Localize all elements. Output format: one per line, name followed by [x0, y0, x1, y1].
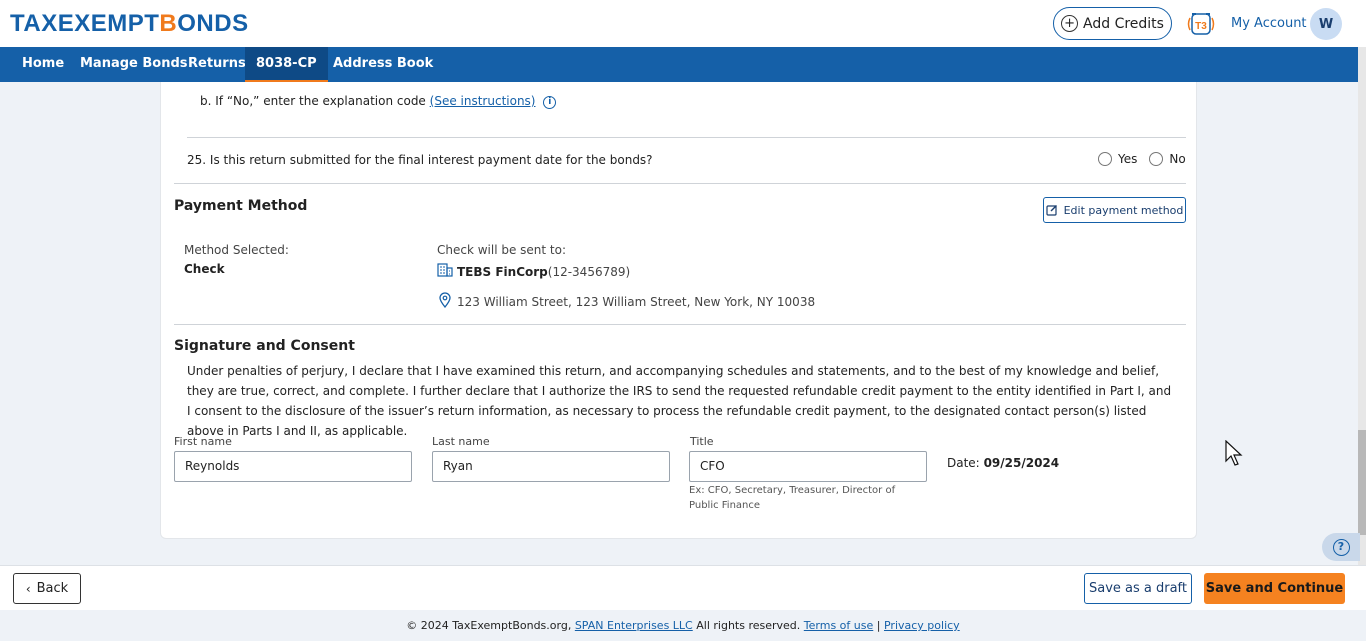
tebs-badge-icon[interactable]: T3 [1186, 10, 1216, 38]
save-continue-button[interactable]: Save and Continue [1204, 573, 1345, 604]
nav-address-book[interactable]: Address Book [322, 47, 444, 82]
help-button[interactable]: ? [1322, 533, 1360, 561]
payee-company: TEBS FinCorp [457, 265, 548, 279]
title-input[interactable]: CFO [689, 451, 927, 482]
logo-text-part3: ONDS [177, 10, 249, 37]
back-button[interactable]: ‹ Back [13, 573, 81, 604]
form-card: b. If “No,” enter the explanation code (… [160, 82, 1197, 539]
signature-date: Date: 09/25/2024 [947, 456, 1059, 470]
divider [187, 137, 1186, 138]
footer-rights: All rights reserved. [696, 619, 801, 632]
page-scrollbar-thumb[interactable] [1358, 430, 1366, 535]
footer-company-link[interactable]: SPAN Enterprises LLC [575, 619, 693, 632]
divider [174, 183, 1186, 184]
my-account-link[interactable]: My Account [1231, 16, 1307, 31]
title-hint: Ex: CFO, Secretary, Treasurer, Director … [689, 485, 896, 511]
footer-separator: | [876, 619, 881, 632]
brand-logo[interactable]: TAXEXEMPTBONDS [10, 10, 249, 38]
first-name-input[interactable]: Reynolds [174, 451, 412, 482]
question-circle-icon: ? [1332, 538, 1350, 556]
divider [174, 324, 1186, 325]
radio-yes[interactable] [1098, 152, 1112, 166]
radio-yes-label: Yes [1118, 152, 1138, 166]
method-selected-label: Method Selected: [184, 243, 289, 257]
last-name-label: Last name [432, 435, 490, 448]
edit-icon [1046, 205, 1057, 216]
back-label: Back [36, 581, 69, 596]
last-name-input[interactable]: Ryan [432, 451, 670, 482]
chevron-left-icon: ‹ [25, 581, 31, 596]
payee-row: TEBS FinCorp(12-3456789) [437, 263, 630, 279]
address-row: 123 William Street, 123 William Street, … [439, 292, 815, 309]
building-icon [437, 263, 453, 277]
logo-text-part2: B [159, 10, 178, 37]
add-credits-button[interactable]: + Add Credits [1053, 7, 1172, 40]
footer-copyright: © 2024 TaxExemptBonds.org, [406, 619, 572, 632]
main-nav: Home Manage Bonds Returns 8038-CP Addres… [0, 47, 1358, 82]
footer-terms-link[interactable]: Terms of use [804, 619, 873, 632]
signature-consent-heading: Signature and Consent [174, 338, 355, 354]
check-sent-to-label: Check will be sent to: [437, 243, 567, 257]
payee-ein: (12-3456789) [547, 265, 631, 279]
location-pin-icon [439, 292, 451, 309]
logo-text-part1: TAXEXEMPT [10, 10, 160, 37]
top-header: TAXEXEMPTBONDS + Add Credits T3 My Accou… [0, 0, 1366, 47]
see-instructions-link[interactable]: (See instructions) [430, 94, 536, 108]
method-selected-value: Check [184, 262, 225, 276]
question-25-text: 25. Is this return submitted for the fin… [187, 153, 653, 167]
question-25-options: Yes No [1098, 152, 1186, 166]
payment-method-heading: Payment Method [174, 198, 308, 214]
consent-statement: Under penalties of perjury, I declare th… [187, 364, 1172, 438]
add-credits-label: Add Credits [1083, 15, 1164, 32]
question-b-row: b. If “No,” enter the explanation code (… [200, 94, 557, 109]
radio-no-label: No [1169, 152, 1186, 166]
page-footer: © 2024 TaxExemptBonds.org, SPAN Enterpri… [0, 610, 1366, 641]
nav-home[interactable]: Home [11, 47, 75, 82]
plus-circle-icon: + [1061, 15, 1079, 32]
user-avatar[interactable]: W [1310, 8, 1342, 40]
badge-label: T3 [1195, 21, 1207, 32]
info-icon[interactable]: i [543, 96, 557, 109]
radio-no[interactable] [1149, 152, 1164, 166]
footer-privacy-link[interactable]: Privacy policy [884, 619, 960, 632]
nav-8038-cp[interactable]: 8038-CP [245, 47, 328, 82]
question-b-text: b. If “No,” enter the explanation code [200, 94, 426, 108]
mouse-cursor-icon [1225, 440, 1243, 466]
payee-address: 123 William Street, 123 William Street, … [457, 295, 816, 309]
edit-payment-method-button[interactable]: Edit payment method [1043, 197, 1186, 223]
edit-payment-method-label: Edit payment method [1063, 203, 1184, 217]
date-value: 09/25/2024 [983, 456, 1060, 470]
save-draft-button[interactable]: Save as a draft [1084, 573, 1192, 604]
title-label: Title [690, 435, 714, 448]
first-name-label: First name [174, 435, 232, 448]
action-bar: ‹ Back Save as a draft Save and Continue [0, 565, 1366, 610]
date-label: Date: [947, 456, 980, 470]
